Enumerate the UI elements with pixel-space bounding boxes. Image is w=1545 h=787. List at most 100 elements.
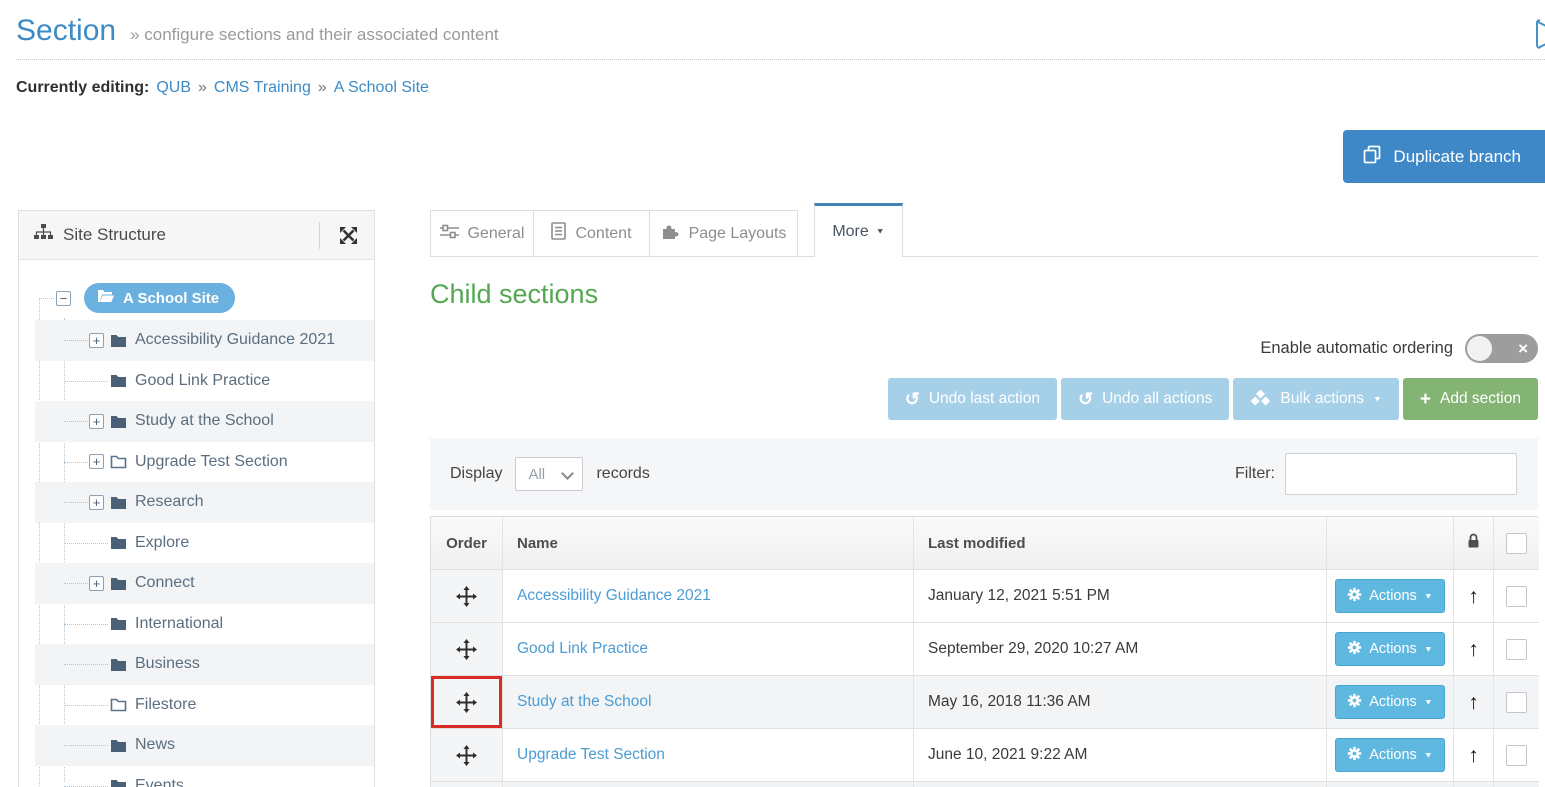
tree-item-label[interactable]: Accessibility Guidance 2021 bbox=[135, 331, 335, 349]
expand-toggle[interactable]: + bbox=[89, 333, 104, 348]
column-header-last-modified: Last modified bbox=[914, 517, 1327, 570]
actions-button[interactable]: Actions ▼ bbox=[1335, 579, 1444, 613]
tree-item-international[interactable]: International bbox=[19, 604, 374, 645]
tree-item-label[interactable]: Study at the School bbox=[135, 412, 274, 430]
selected-section-pill[interactable]: A School Site bbox=[84, 283, 235, 313]
table-row-actions-cell: Actions ▼ bbox=[1327, 623, 1454, 676]
row-checkbox[interactable] bbox=[1506, 745, 1527, 766]
collapse-toggle[interactable]: − bbox=[56, 291, 71, 306]
auto-ordering-label: Enable automatic ordering bbox=[1260, 339, 1453, 358]
tree-item-label[interactable]: Research bbox=[135, 493, 203, 511]
move-up-arrow[interactable]: ↑ bbox=[1468, 692, 1479, 713]
table-row-date-cell: January 12, 2021 5:51 PM bbox=[914, 570, 1327, 623]
caret-down-icon: ▼ bbox=[1424, 645, 1433, 653]
header-divider bbox=[16, 59, 1545, 60]
section-link[interactable]: Good Link Practice bbox=[517, 640, 648, 658]
tree-item-label[interactable]: International bbox=[135, 615, 223, 633]
tree-item-good-link-practice[interactable]: Good Link Practice bbox=[19, 361, 374, 402]
move-icon[interactable] bbox=[456, 692, 477, 713]
section-link[interactable]: Upgrade Test Section bbox=[517, 746, 665, 764]
tree-item-upgrade-test-section[interactable]: + Upgrade Test Section bbox=[19, 442, 374, 483]
clipped-bookmark-icon bbox=[1534, 18, 1545, 52]
tree-item-study-at-the-school[interactable]: + Study at the School bbox=[19, 401, 374, 442]
tree-item-filestore[interactable]: Filestore bbox=[19, 685, 374, 726]
section-link[interactable]: Accessibility Guidance 2021 bbox=[517, 587, 711, 605]
expand-toggle[interactable]: + bbox=[89, 414, 104, 429]
undo-last-action-button[interactable]: ↺ Undo last action bbox=[888, 378, 1057, 420]
table-row-select-cell bbox=[1494, 623, 1539, 676]
tree-item-label[interactable]: Upgrade Test Section bbox=[135, 453, 288, 471]
move-icon[interactable] bbox=[456, 745, 477, 766]
section-link[interactable]: Study at the School bbox=[517, 693, 651, 711]
drag-handle-cell-highlighted bbox=[431, 676, 503, 729]
table-row-date-cell: June 10, 2021 9:22 AM bbox=[914, 729, 1327, 782]
breadcrumb-link-qub[interactable]: QUB bbox=[156, 79, 191, 97]
row-checkbox[interactable] bbox=[1506, 586, 1527, 607]
tree-item-label[interactable]: Connect bbox=[135, 574, 195, 592]
drag-handle-cell bbox=[431, 570, 503, 623]
tree-item-events[interactable]: Events bbox=[19, 766, 374, 787]
actions-label: Actions bbox=[1369, 747, 1417, 763]
tab-more[interactable]: More ▼ bbox=[814, 203, 903, 257]
row-checkbox[interactable] bbox=[1506, 692, 1527, 713]
tree-item-label[interactable]: Good Link Practice bbox=[135, 372, 270, 390]
clipped-row bbox=[503, 782, 914, 787]
currently-editing-label: Currently editing: bbox=[16, 79, 149, 97]
move-icon[interactable] bbox=[456, 586, 477, 607]
expand-panel-icon[interactable] bbox=[338, 225, 359, 246]
drag-handle-cell bbox=[431, 623, 503, 676]
expand-toggle[interactable]: + bbox=[89, 576, 104, 591]
tree-item-business[interactable]: Business bbox=[19, 644, 374, 685]
tree-item-label[interactable]: News bbox=[135, 736, 175, 754]
table-row-date-cell: September 29, 2020 10:27 AM bbox=[914, 623, 1327, 676]
bulk-actions-button[interactable]: Bulk actions ▼ bbox=[1233, 378, 1399, 420]
add-section-button[interactable]: + Add section bbox=[1403, 378, 1538, 420]
tree-item-a-school-site[interactable]: − A School Site bbox=[19, 276, 374, 320]
child-sections-heading: Child sections bbox=[430, 279, 1538, 310]
tree-item-label[interactable]: Events bbox=[135, 777, 184, 787]
tree-item-research[interactable]: + Research bbox=[19, 482, 374, 523]
tree-item-label[interactable]: Business bbox=[135, 655, 200, 673]
site-structure-tree: − A School Site + Accessibility Guidance… bbox=[19, 260, 374, 787]
tab-page-layouts[interactable]: Page Layouts bbox=[649, 210, 798, 256]
tree-item-accessibility-guidance-2021[interactable]: + Accessibility Guidance 2021 bbox=[19, 320, 374, 361]
folder-icon bbox=[110, 657, 127, 672]
folder-icon bbox=[110, 333, 127, 348]
table-row-actions-cell: Actions ▼ bbox=[1327, 570, 1454, 623]
actions-button[interactable]: Actions ▼ bbox=[1335, 738, 1444, 772]
tree-item-news[interactable]: News bbox=[19, 725, 374, 766]
tree-item-connect[interactable]: + Connect bbox=[19, 563, 374, 604]
selected-option: All bbox=[528, 466, 545, 483]
breadcrumb-link-a-school-site[interactable]: A School Site bbox=[334, 79, 429, 97]
move-icon[interactable] bbox=[456, 639, 477, 660]
actions-button[interactable]: Actions ▼ bbox=[1335, 632, 1444, 666]
caret-down-icon: ▼ bbox=[1424, 592, 1433, 600]
site-structure-panel: Site Structure − A School Site + Accessi… bbox=[18, 210, 375, 787]
undo-all-actions-button[interactable]: ↺ Undo all actions bbox=[1061, 378, 1229, 420]
auto-ordering-toggle[interactable]: × bbox=[1465, 334, 1538, 363]
records-count-select[interactable]: All bbox=[515, 457, 583, 491]
actions-button[interactable]: Actions ▼ bbox=[1335, 685, 1444, 719]
tree-item-label[interactable]: Filestore bbox=[135, 696, 196, 714]
select-all-checkbox[interactable] bbox=[1506, 533, 1527, 554]
expand-toggle[interactable]: + bbox=[89, 454, 104, 469]
move-up-arrow[interactable]: ↑ bbox=[1468, 745, 1479, 766]
folder-icon bbox=[110, 778, 127, 787]
expand-toggle[interactable]: + bbox=[89, 495, 104, 510]
tree-item-label[interactable]: Explore bbox=[135, 534, 189, 552]
filter-input[interactable] bbox=[1285, 453, 1517, 495]
move-up-arrow[interactable]: ↑ bbox=[1468, 586, 1479, 607]
row-checkbox[interactable] bbox=[1506, 639, 1527, 660]
clipped-row bbox=[914, 782, 1327, 787]
breadcrumb-link-cms-training[interactable]: CMS Training bbox=[214, 79, 311, 97]
breadcrumb-separator: » bbox=[318, 79, 327, 97]
duplicate-branch-button[interactable]: Duplicate branch bbox=[1343, 130, 1545, 183]
clipped-row bbox=[1327, 782, 1454, 787]
toggle-knob bbox=[1467, 336, 1492, 361]
tree-item-explore[interactable]: Explore bbox=[19, 523, 374, 564]
tab-general[interactable]: General bbox=[430, 210, 534, 256]
folder-icon bbox=[110, 495, 127, 510]
move-up-arrow[interactable]: ↑ bbox=[1468, 639, 1479, 660]
tab-content[interactable]: Content bbox=[533, 210, 650, 256]
tab-label: More bbox=[832, 223, 868, 241]
